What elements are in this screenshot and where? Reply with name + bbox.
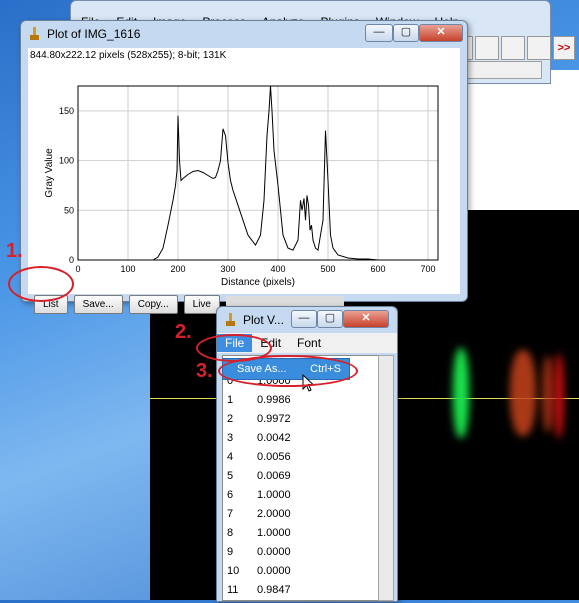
table-row[interactable]: 11 0.9847 [223, 584, 378, 603]
imagej-icon [226, 313, 235, 326]
values-table: 0 1.0000 1 0.9986 2 0.9972 3 0.0042 4 0.0056 5 0.00… [222, 355, 379, 601]
row-index: 3 [227, 432, 234, 444]
close-button[interactable]: ✕ [419, 24, 463, 42]
y-axis-label: Gray Value [44, 148, 55, 198]
row-index: 2 [227, 413, 234, 425]
row-index: 8 [227, 527, 234, 539]
y-tick-label: 150 [59, 106, 74, 116]
table-row[interactable]: 1 0.9986 [223, 394, 378, 413]
live-button[interactable]: Live [183, 295, 220, 314]
close-button[interactable]: ✕ [343, 310, 389, 328]
step-3-label: 3. [196, 360, 213, 382]
tool-button[interactable] [501, 36, 525, 60]
step-1-circle [8, 266, 74, 302]
row-index: 4 [227, 451, 234, 463]
row-value: 0.9972 [257, 413, 291, 425]
y-tick-label: 0 [69, 255, 74, 265]
spectrum-band-orange-2 [542, 356, 554, 432]
row-index: 10 [227, 565, 240, 577]
row-index: 9 [227, 546, 234, 558]
row-index: 7 [227, 508, 234, 520]
minimize-button[interactable]: — [365, 24, 393, 42]
step-2-label: 2. [175, 321, 192, 343]
x-tick-label: 0 [75, 264, 80, 274]
tool-button[interactable] [527, 36, 551, 60]
table-row[interactable]: 5 0.0069 [223, 470, 378, 489]
row-value: 2.0000 [257, 508, 291, 520]
x-tick-label: 300 [220, 264, 235, 274]
table-row[interactable]: 9 0.0000 [223, 546, 378, 565]
table-row[interactable]: 2 0.9972 [223, 413, 378, 432]
table-row[interactable]: 4 0.0056 [223, 451, 378, 470]
table-row[interactable]: 6 1.0000 [223, 489, 378, 508]
row-index: 1 [227, 394, 234, 406]
table-row[interactable]: 3 0.0042 [223, 432, 378, 451]
more-tools-button[interactable]: >> [553, 36, 575, 60]
tool-button[interactable] [475, 36, 499, 60]
profile-plot: 0 100 200 300 400 500 600 700 0 50 100 150 Distance … [44, 85, 439, 288]
image-info: 844.80x222.12 pixels (528x255); 8-bit; 1… [30, 50, 227, 61]
plot-window-title: Plot of IMG_1616 [47, 27, 141, 41]
row-index: 6 [227, 489, 234, 501]
values-window-title: Plot V... [243, 313, 284, 327]
save-button[interactable]: Save... [73, 295, 123, 314]
y-tick-label: 100 [59, 156, 74, 166]
maximize-button[interactable]: ▢ [317, 310, 343, 328]
row-value: 0.0000 [257, 546, 291, 558]
imagej-icon [30, 27, 39, 40]
plot-frame [77, 85, 439, 261]
table-row[interactable]: 8 1.0000 [223, 527, 378, 546]
x-tick-label: 500 [320, 264, 335, 274]
maximize-button[interactable]: ▢ [393, 24, 419, 42]
row-value: 0.9847 [257, 584, 291, 596]
spectrum-band-orange [510, 350, 536, 436]
plot-client-area: 844.80x222.12 pixels (528x255); 8-bit; 1… [28, 48, 460, 314]
menu-font[interactable]: Font [289, 334, 329, 352]
step-1-label: 1. [6, 240, 23, 262]
y-tick-label: 50 [64, 205, 74, 215]
row-value: 1.0000 [257, 527, 291, 539]
plot-window: Plot of IMG_1616 — ▢ ✕ 844.80x222.12 pix… [20, 20, 468, 314]
x-tick-label: 700 [420, 264, 435, 274]
row-index: 5 [227, 470, 234, 482]
minimize-button[interactable]: — [291, 310, 317, 328]
x-tick-label: 200 [170, 264, 185, 274]
copy-button[interactable]: Copy... [128, 295, 178, 314]
profile-series-line [78, 85, 428, 261]
row-value: 0.9986 [257, 394, 291, 406]
spectrum-band-green [453, 348, 469, 438]
row-value: 0.0069 [257, 470, 291, 482]
x-tick-label: 400 [270, 264, 285, 274]
row-value: 0.0056 [257, 451, 291, 463]
values-scrollbar[interactable] [378, 355, 394, 601]
x-tick-label: 100 [120, 264, 135, 274]
row-value: 1.0000 [257, 489, 291, 501]
step-3-circle [218, 355, 358, 387]
x-axis-label: Distance (pixels) [221, 277, 295, 288]
table-row[interactable]: 7 2.0000 [223, 508, 378, 527]
row-value: 0.0000 [257, 565, 291, 577]
spectrum-band-red [554, 354, 564, 438]
table-row[interactable]: 10 0.0000 [223, 565, 378, 584]
row-value: 0.0042 [257, 432, 291, 444]
x-tick-label: 600 [370, 264, 385, 274]
row-index: 11 [227, 584, 239, 596]
